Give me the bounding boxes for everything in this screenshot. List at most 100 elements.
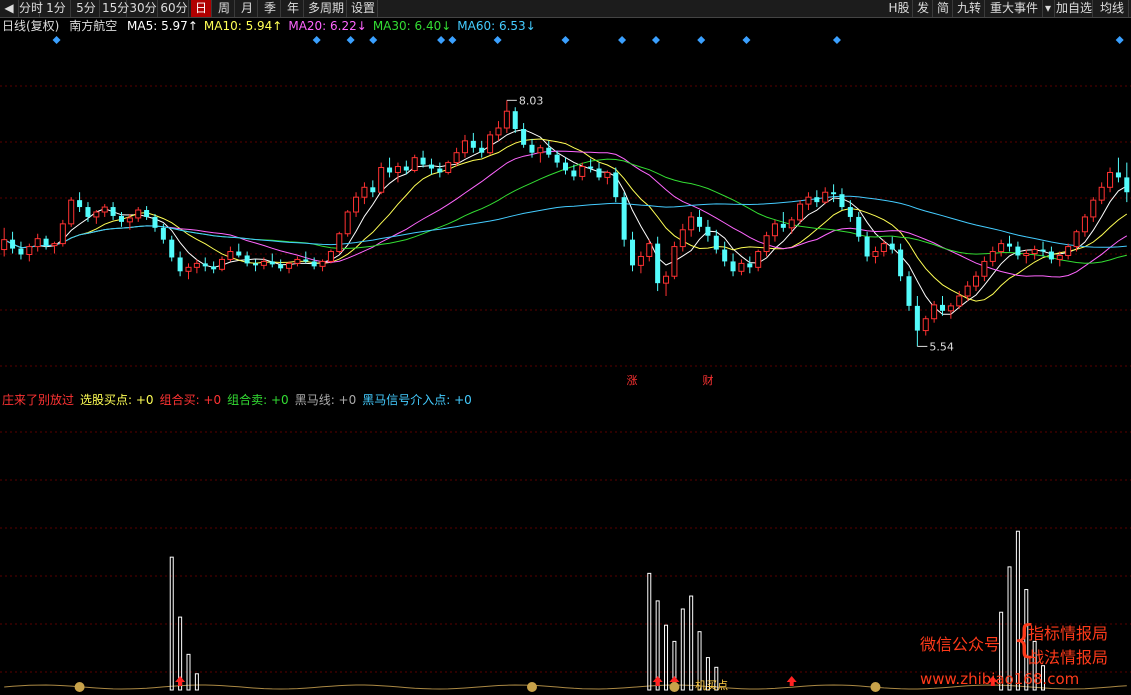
signal-diamond	[448, 36, 457, 44]
indicator-legend-3: 组合卖: +0	[227, 393, 289, 407]
candle	[613, 167, 619, 203]
candle	[671, 241, 678, 280]
toolbar-right-4[interactable]: 重大事件	[986, 0, 1043, 17]
indicator-legend-5: 黑马信号介入点: +0	[362, 393, 472, 407]
indicator-legend: 庄来了别放过 选股买点: +0 组合买: +0 组合卖: +0 黑马线: +0 黑马信号介…	[2, 392, 478, 408]
watermark-line2b: 战法情报局	[1028, 648, 1109, 667]
period-tab-4[interactable]: 30分	[129, 0, 158, 17]
period-tab-0[interactable]: 分时	[19, 0, 43, 17]
candle	[387, 157, 393, 178]
period-tab-11[interactable]: 多周期	[306, 0, 347, 17]
candle	[286, 261, 293, 274]
candle	[411, 154, 418, 173]
candle	[872, 246, 879, 264]
candle	[77, 192, 83, 212]
back-arrow-icon[interactable]: ◀	[0, 0, 19, 17]
indicator-legend-1: 选股买点: +0	[80, 393, 154, 407]
signal-diamond	[369, 36, 378, 44]
candle	[428, 158, 434, 175]
candle	[202, 257, 208, 272]
toolbar-right-6[interactable]: 均线	[1096, 0, 1129, 17]
period-tab-1[interactable]: 1分	[42, 0, 71, 17]
toolbar-right-5[interactable]: 加自选	[1056, 0, 1093, 17]
period-tab-10[interactable]: 年	[283, 0, 304, 17]
candle	[420, 150, 426, 168]
period-tab-7[interactable]: 周	[214, 0, 235, 17]
candle	[914, 296, 920, 347]
buy-arrow-icon	[175, 676, 186, 686]
period-tab-9[interactable]: 季	[260, 0, 281, 17]
candle	[487, 130, 494, 155]
candle	[1007, 235, 1013, 252]
candle	[763, 231, 770, 257]
low-label: 5.54	[929, 340, 954, 353]
candle	[378, 162, 385, 195]
candle	[211, 261, 217, 274]
candle	[319, 259, 326, 272]
candle	[327, 249, 334, 264]
candle	[218, 256, 226, 272]
toolbar-right-2[interactable]: 简	[934, 0, 953, 17]
candle	[989, 246, 996, 267]
period-tab-12[interactable]: 设置	[349, 0, 378, 17]
candle	[294, 256, 301, 267]
candle	[679, 223, 686, 252]
signal-diamond	[52, 36, 61, 44]
indicator-bar	[647, 572, 652, 691]
candle	[51, 241, 58, 254]
period-tab-5[interactable]: 60分	[160, 0, 189, 17]
candle	[1098, 182, 1105, 205]
period-toolbar: ◀ 分时 1分 5分 15分 30分 60分日周月季年多周期 设置 H股发简九转 重大事件 加自选均…	[0, 0, 1131, 18]
candle	[655, 236, 661, 292]
signal-diamond	[561, 36, 570, 44]
candle	[1115, 157, 1121, 183]
money-bag-icon	[870, 682, 881, 692]
indicator-bar	[664, 624, 669, 691]
candle	[177, 251, 183, 277]
candle	[637, 251, 644, 274]
toolbar-right-3[interactable]: 九转	[954, 0, 985, 17]
candle	[1, 227, 8, 257]
ma-legend-0: MA5: 5.97↑	[127, 19, 198, 33]
indicator-bar	[689, 595, 694, 691]
indicator-bar	[194, 673, 199, 691]
candle	[110, 202, 116, 220]
candle	[856, 212, 862, 242]
candle	[344, 210, 351, 237]
candle	[1015, 241, 1021, 260]
ma-legend-2: MA20: 6.22↓	[288, 19, 367, 33]
ma-legend-3: MA30: 6.40↓	[372, 19, 452, 33]
candle	[10, 231, 16, 254]
candle	[1090, 197, 1097, 222]
candle	[445, 160, 452, 175]
toolbar-right-1[interactable]: 发	[914, 0, 933, 17]
candle	[361, 182, 368, 205]
candle	[722, 241, 728, 267]
candle	[43, 235, 49, 250]
signal-diamond	[437, 36, 446, 44]
candle	[521, 123, 527, 148]
candle	[839, 188, 845, 211]
toolbar-right-0[interactable]: H股	[886, 0, 913, 17]
candle	[59, 219, 66, 247]
period-label: 日线(复权)	[2, 19, 60, 33]
ma-legend-items: MA5: 5.97↑ MA10: 5.94↑ MA20: 6.22↓ MA30: 6.…	[127, 19, 542, 33]
candle	[503, 100, 510, 133]
candle	[688, 212, 695, 237]
candle	[152, 213, 158, 232]
candle	[1073, 229, 1080, 252]
candle	[34, 233, 41, 252]
dropdown-icon[interactable]: ▾	[1042, 0, 1055, 17]
candle	[596, 162, 602, 181]
candle	[663, 271, 670, 296]
period-tab-6[interactable]: 日	[191, 0, 212, 17]
candle	[370, 180, 376, 198]
period-tab-3[interactable]: 15分	[102, 0, 129, 17]
candle	[269, 253, 275, 268]
candle	[227, 246, 234, 262]
signal-diamond	[618, 36, 627, 44]
period-tab-8[interactable]: 月	[237, 0, 258, 17]
buy-arrow-icon	[786, 676, 797, 686]
period-tab-2[interactable]: 5分	[73, 0, 100, 17]
ma-legend-1: MA10: 5.94↑	[203, 19, 283, 33]
